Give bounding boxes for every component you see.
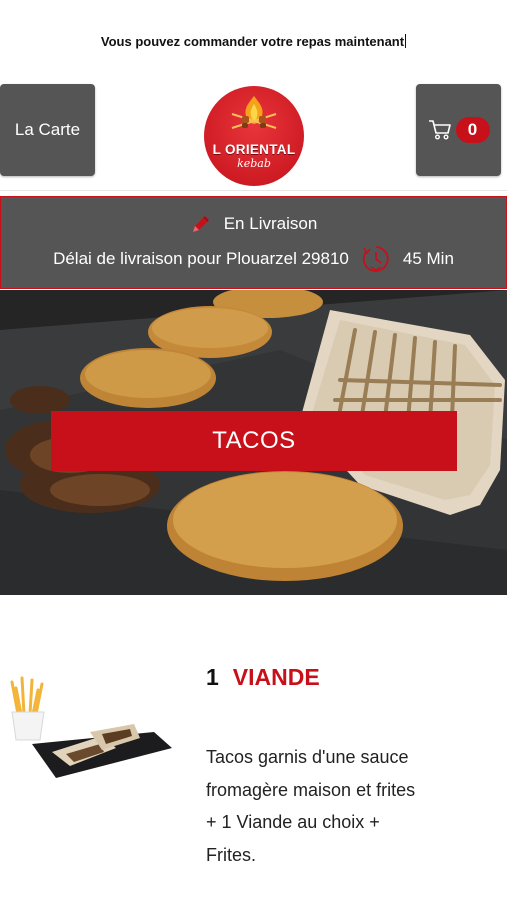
banner-text: Vous pouvez commander votre repas mainte…	[100, 34, 405, 49]
menu-button-label: La Carte	[14, 120, 81, 139]
delivery-mode-label: En Livraison	[223, 214, 318, 233]
product-card[interactable]: 1 VIANDE Tacos garnis d'une sauce fromagè…	[0, 640, 507, 900]
product-name: VIANDE	[232, 664, 320, 690]
menu-button[interactable]: La Carte	[0, 84, 95, 176]
category-title[interactable]: TACOS	[51, 411, 457, 471]
skewer-flame-icon	[231, 96, 277, 129]
delivery-delay-label: Délai de livraison pour Plouarzel 29810	[53, 249, 349, 268]
delivery-info-panel[interactable]: En Livraison Délai de livraison pour Plo…	[0, 196, 507, 289]
order-now-banner: Vous pouvez commander votre repas mainte…	[0, 34, 507, 49]
logo-name: L ORIENTAL	[212, 142, 296, 157]
product-description: Tacos garnis d'une sauce fromagère maiso…	[206, 747, 416, 865]
delivery-mode[interactable]: En Livraison	[1, 213, 506, 235]
text-caret	[405, 34, 407, 48]
delivery-delay-value: 45 Min	[402, 249, 454, 268]
category-hero[interactable]: TACOS	[0, 290, 507, 595]
product-number: 1	[206, 664, 219, 690]
product-heading[interactable]: 1 VIANDE	[206, 664, 320, 691]
cart-button[interactable]: 0	[416, 84, 501, 176]
restaurant-logo[interactable]: L ORIENTAL kebab	[204, 86, 304, 186]
pencil-icon	[192, 216, 209, 232]
cart-icon	[428, 120, 451, 140]
clock-icon	[362, 246, 389, 272]
header-divider	[0, 190, 507, 191]
product-image[interactable]	[4, 674, 174, 804]
delivery-delay: Délai de livraison pour Plouarzel 29810 …	[1, 243, 506, 275]
logo-subtitle: kebab	[237, 157, 271, 170]
cart-count-badge: 0	[455, 117, 490, 143]
